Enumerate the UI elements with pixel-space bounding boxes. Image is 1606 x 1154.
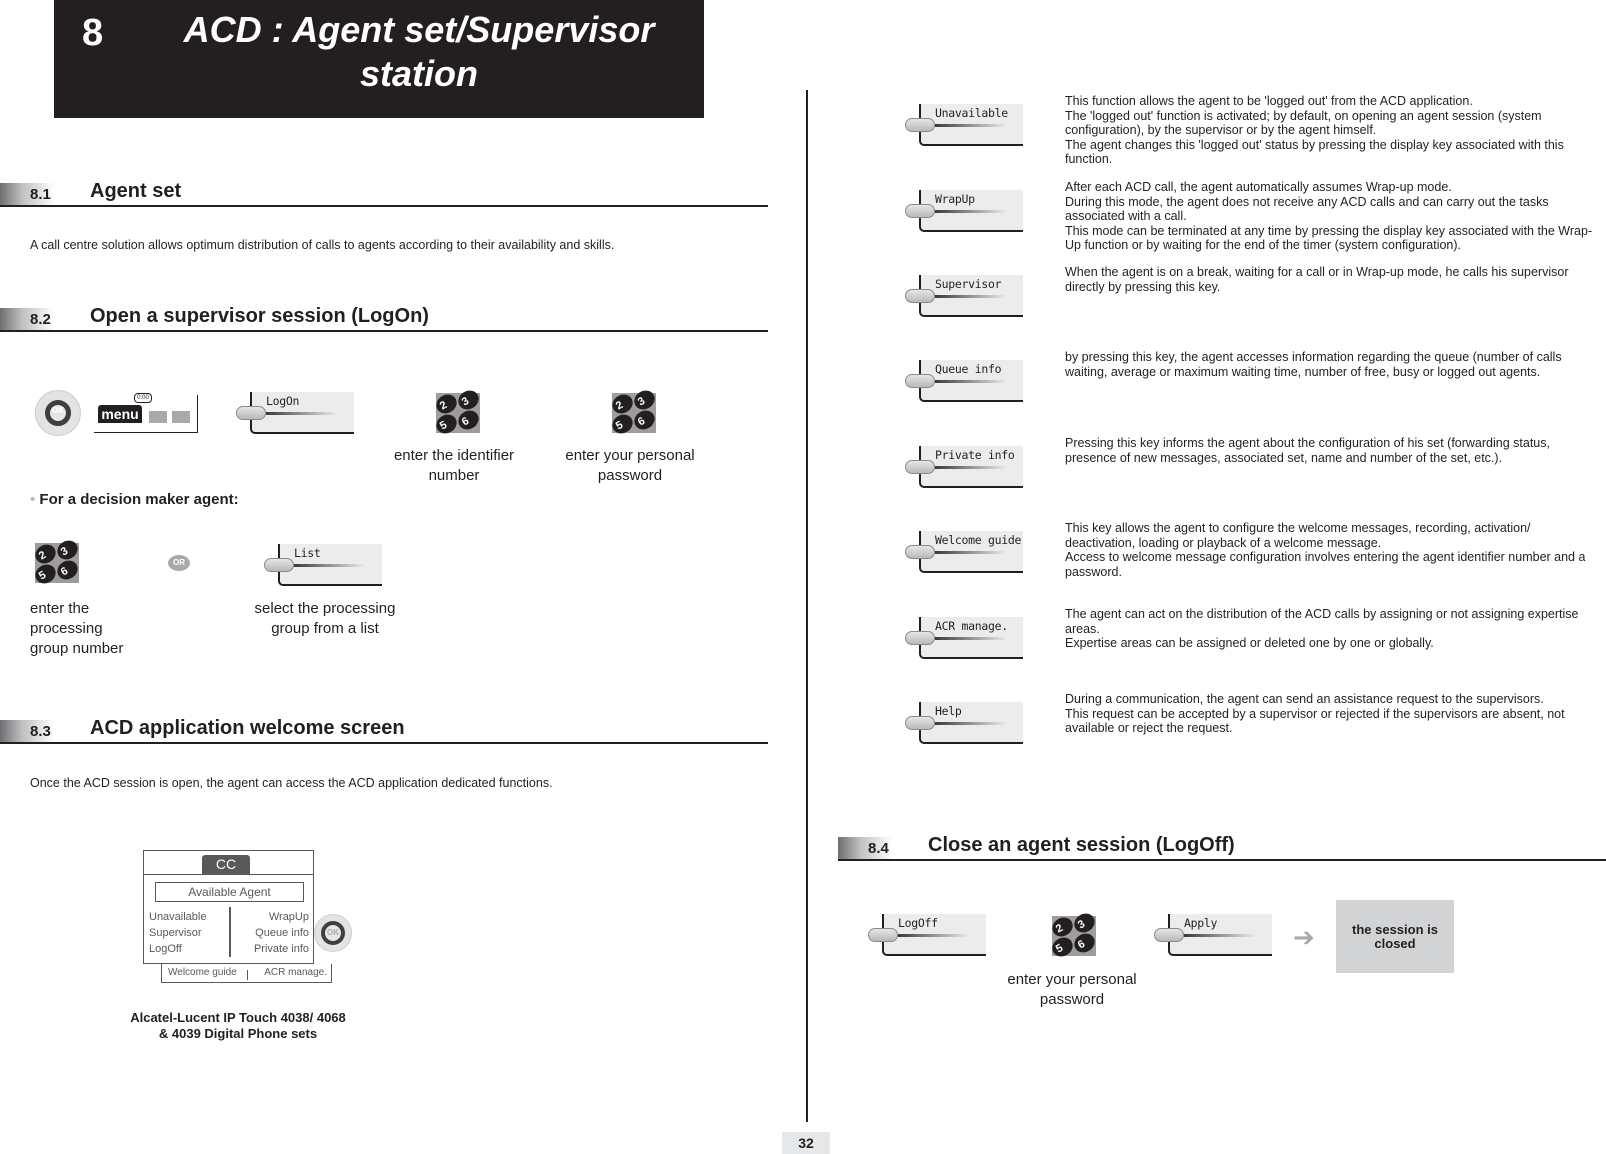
description-line: This function allows the agent to be 'lo…	[1065, 94, 1473, 108]
description-line: The agent changes this 'logged out' stat…	[1065, 137, 1564, 167]
softkey-supervisor[interactable]: Supervisor	[905, 275, 1023, 319]
section-number: 8.3	[30, 723, 51, 740]
device-caption: Alcatel-Lucent IP Touch 4038/ 4068 & 403…	[130, 1010, 346, 1041]
keypad-icon[interactable]: 2356	[608, 386, 659, 438]
function-description: This key allows the agent to configure t…	[1065, 521, 1595, 579]
function-description: The agent can act on the distribution of…	[1065, 607, 1595, 651]
decision-maker-heading: • For a decision maker agent:	[30, 491, 239, 508]
softkey-label: ACR manage.	[935, 619, 1008, 633]
screen-item-unavailable[interactable]: Unavailable	[149, 909, 206, 925]
softkey-label: Welcome guide	[935, 533, 1022, 547]
screen-item-queue-info[interactable]: Queue info	[254, 925, 309, 941]
bullet-icon: •	[30, 491, 40, 508]
function-description: After each ACD call, the agent automatic…	[1065, 180, 1595, 253]
softkey-label: Private info	[935, 448, 1015, 462]
session-closed-box: the session is closed	[1336, 900, 1454, 973]
softkey-label: List	[294, 546, 321, 560]
softkey-label: Supervisor	[935, 277, 1002, 291]
screen-item-wrapup[interactable]: WrapUp	[254, 909, 309, 925]
softkey-wrapup[interactable]: WrapUp	[905, 190, 1023, 234]
caption-password: enter your personal password	[1007, 971, 1137, 1008]
screen-bottom-bar: Welcome guide ACR manage.	[161, 964, 332, 983]
chapter-number: 8	[82, 12, 104, 54]
section-heading-8-2: 8.2 Open a supervisor session (LogOn)	[0, 305, 768, 332]
or-badge: OR	[168, 555, 190, 571]
softkey-list[interactable]: List	[264, 544, 382, 588]
screen-item-welcome-guide[interactable]: Welcome guide	[168, 964, 237, 982]
section-title: Close an agent session (LogOff)	[928, 834, 1235, 856]
description-line: This key allows the agent to configure t…	[1065, 521, 1531, 550]
softkey-label: LogOff	[898, 916, 938, 930]
description-line: During this mode, the agent does not rec…	[1065, 194, 1549, 224]
function-description: During a communication, the agent can se…	[1065, 692, 1595, 736]
softkey-unavailable[interactable]: Unavailable	[905, 104, 1023, 148]
phone-screen: CC Available Agent Unavailable Superviso…	[143, 850, 314, 964]
section-title: Agent set	[90, 180, 182, 202]
softkey-queue-info[interactable]: Queue info	[905, 360, 1023, 404]
description-line: Expertise areas can be assigned or delet…	[1065, 636, 1434, 650]
caption-group-list: select the processing group from a list	[254, 600, 396, 637]
screen-item-logoff[interactable]: LogOff	[149, 941, 206, 957]
ok-navigator-icon[interactable]: OK	[35, 390, 81, 436]
softkey-label: Unavailable	[935, 106, 1008, 120]
softkey-acr-manage[interactable]: ACR manage.	[905, 617, 1023, 661]
softkey-help[interactable]: Help	[905, 702, 1023, 746]
section-number: 8.1	[30, 186, 51, 203]
section-number: 8.4	[868, 840, 889, 857]
welcome-screen-description: Once the ACD session is open, the agent …	[30, 776, 553, 790]
softkey-label: Apply	[1184, 916, 1218, 930]
ok-navigator-icon[interactable]: OK	[314, 914, 352, 952]
menu-screen[interactable]: 0:00 menu	[94, 393, 198, 433]
keypad-icon[interactable]: 2356	[1048, 909, 1099, 961]
softkey-logoff[interactable]: LogOff	[868, 914, 986, 958]
function-description: This function allows the agent to be 'lo…	[1065, 94, 1595, 167]
screen-item-acr-manage[interactable]: ACR manage.	[264, 964, 327, 982]
agent-set-description: A call centre solution allows optimum di…	[30, 238, 615, 252]
section-heading-8-1: 8.1 Agent set	[0, 180, 768, 207]
softkey-apply[interactable]: Apply	[1154, 914, 1272, 958]
softkey-label: LogOn	[266, 394, 300, 408]
description-line: During a communication, the agent can se…	[1065, 692, 1544, 706]
softkey-label: Queue info	[935, 362, 1002, 376]
caption-group-number: enter the processing group number	[30, 600, 124, 657]
section-heading-8-4: 8.4 Close an agent session (LogOff)	[838, 834, 1606, 861]
softkey-label: WrapUp	[935, 192, 975, 206]
section-title: ACD application welcome screen	[90, 717, 405, 739]
softkey-private-info[interactable]: Private info	[905, 446, 1023, 490]
description-line: The 'logged out' function is activated; …	[1065, 108, 1542, 138]
function-description: Pressing this key informs the agent abou…	[1065, 436, 1595, 465]
softkey-welcome-guide[interactable]: Welcome guide	[905, 531, 1023, 575]
screen-tab[interactable]: CC	[202, 855, 250, 874]
menu-label: menu	[98, 405, 142, 423]
description-line: After each ACD call, the agent automatic…	[1065, 180, 1452, 194]
description-line: Pressing this key informs the agent abou…	[1065, 436, 1550, 465]
softkey-logon[interactable]: LogOn	[236, 392, 354, 436]
description-line: This mode can be terminated at any time …	[1065, 223, 1593, 253]
arrow-right-icon: ➔	[1293, 922, 1315, 952]
function-description: When the agent is on a break, waiting fo…	[1065, 265, 1595, 294]
description-line: The agent can act on the distribution of…	[1065, 607, 1579, 636]
section-number: 8.2	[30, 311, 51, 328]
status-box: Available Agent	[155, 882, 304, 902]
keypad-icon[interactable]: 2356	[31, 536, 82, 588]
menu-time: 0:00	[134, 393, 152, 403]
column-divider	[806, 90, 808, 1122]
section-title: Open a supervisor session (LogOn)	[90, 305, 429, 327]
screen-item-supervisor[interactable]: Supervisor	[149, 925, 206, 941]
description-line: Access to welcome message configuration …	[1065, 550, 1586, 579]
caption-identifier: enter the identifier number	[393, 447, 515, 484]
section-heading-8-3: 8.3 ACD application welcome screen	[0, 717, 768, 744]
softkey-label: Help	[935, 704, 962, 718]
caption-password: enter your personal password	[565, 447, 695, 484]
description-line: When the agent is on a break, waiting fo…	[1065, 265, 1569, 294]
keypad-icon[interactable]: 2356	[432, 386, 483, 438]
function-description: by pressing this key, the agent accesses…	[1065, 350, 1595, 379]
page-number: 32	[782, 1132, 830, 1154]
description-line: by pressing this key, the agent accesses…	[1065, 350, 1562, 379]
description-line: This request can be accepted by a superv…	[1065, 706, 1565, 736]
screen-item-private-info[interactable]: Private info	[254, 941, 309, 957]
chapter-banner: 8 ACD : Agent set/Supervisor station	[54, 0, 704, 118]
chapter-title: ACD : Agent set/Supervisor station	[183, 9, 655, 94]
